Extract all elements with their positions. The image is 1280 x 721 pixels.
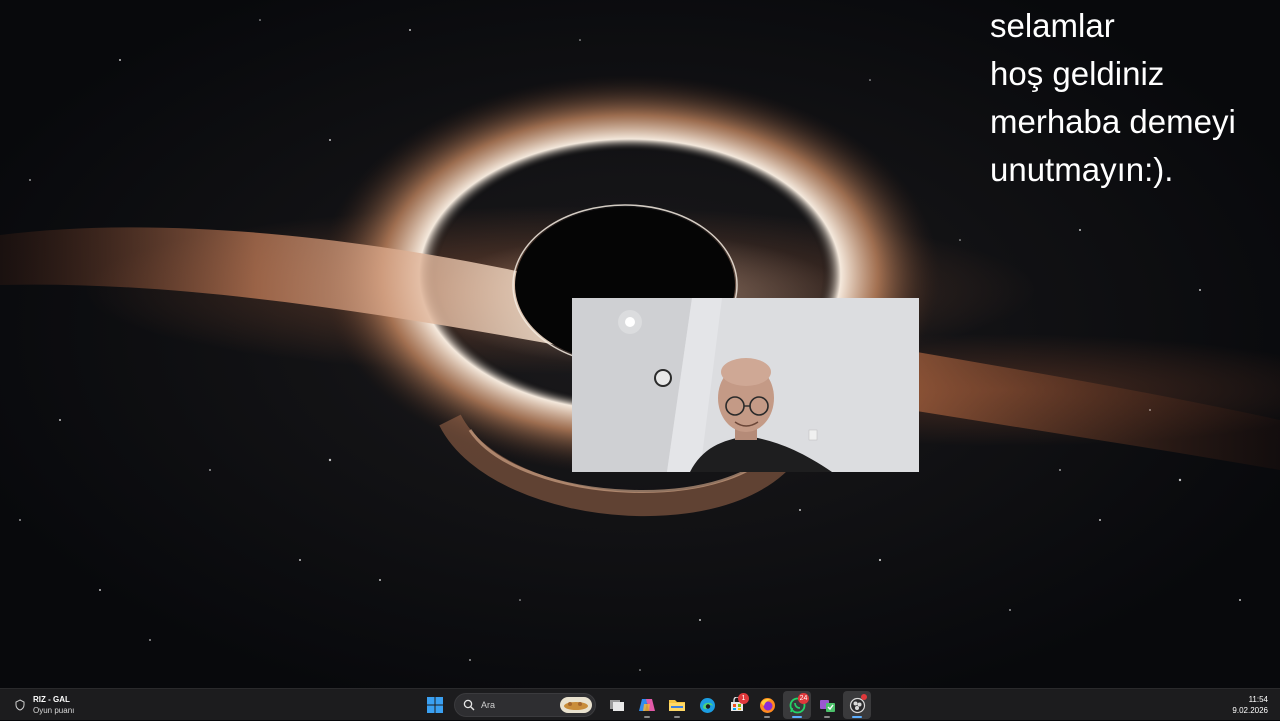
start-button[interactable]: [421, 691, 449, 719]
widget-title: RIZ - GAL: [33, 695, 70, 704]
taskbar-app-obs[interactable]: [843, 691, 871, 719]
notification-badge: 24: [798, 693, 809, 704]
search-box[interactable]: [454, 693, 596, 717]
active-indicator: [852, 716, 862, 718]
search-icon: [463, 699, 475, 711]
widget-subtitle: Oyun puanı: [33, 706, 75, 715]
clock-date: 9.02.2026: [1232, 706, 1268, 715]
firefox-icon: [759, 697, 775, 713]
taskbar-app-whatsapp[interactable]: 24: [783, 691, 811, 719]
edge-icon: [699, 697, 715, 713]
taskbar-center: 1 24: [420, 689, 872, 721]
clock-time: 11:54: [1248, 695, 1268, 704]
taskbar: RIZ - GAL Oyun puanı Ara 1 24 11:54 9.02…: [0, 688, 1280, 720]
overlay-greeting-text: selamlar hoş geldiniz merhaba demeyi unu…: [990, 2, 1280, 194]
search-input[interactable]: [481, 700, 561, 710]
taskbar-app-task-view[interactable]: [603, 691, 631, 719]
copilot-icon: [639, 699, 655, 711]
webcam-image: [572, 298, 919, 472]
system-clock[interactable]: 11:54 9.02.2026: [1232, 694, 1268, 716]
recording-dot-icon: [861, 694, 867, 700]
overlay-line: selamlar: [990, 7, 1115, 44]
running-indicator: [824, 716, 830, 718]
taskbar-app-tool-app[interactable]: [813, 691, 841, 719]
shield-icon: [15, 699, 25, 711]
running-indicator: [764, 716, 770, 718]
overlay-line: unutmayın:).: [990, 151, 1174, 188]
overlay-line: hoş geldiniz: [990, 55, 1165, 92]
taskbar-app-file-explorer[interactable]: [663, 691, 691, 719]
webcam-feed: [572, 298, 919, 472]
running-indicator: [644, 716, 650, 718]
taskbar-app-edge[interactable]: [693, 691, 721, 719]
widget-score[interactable]: RIZ - GAL Oyun puanı: [14, 693, 74, 717]
notification-badge: 1: [738, 693, 749, 704]
taskbar-app-copilot[interactable]: [633, 691, 661, 719]
running-indicator: [674, 716, 680, 718]
overlay-line: merhaba demeyi: [990, 103, 1236, 140]
task-view-icon: [610, 700, 624, 711]
taskbar-app-store[interactable]: 1: [723, 691, 751, 719]
tool-icon: [819, 699, 835, 712]
taskbar-app-firefox[interactable]: [753, 691, 781, 719]
folder-icon: [669, 700, 685, 711]
desktop-wallpaper: selamlar hoş geldiniz merhaba demeyi unu…: [0, 0, 1280, 688]
windows-icon: [427, 697, 443, 713]
search-highlight-icon: [560, 697, 592, 713]
active-indicator: [792, 716, 802, 718]
